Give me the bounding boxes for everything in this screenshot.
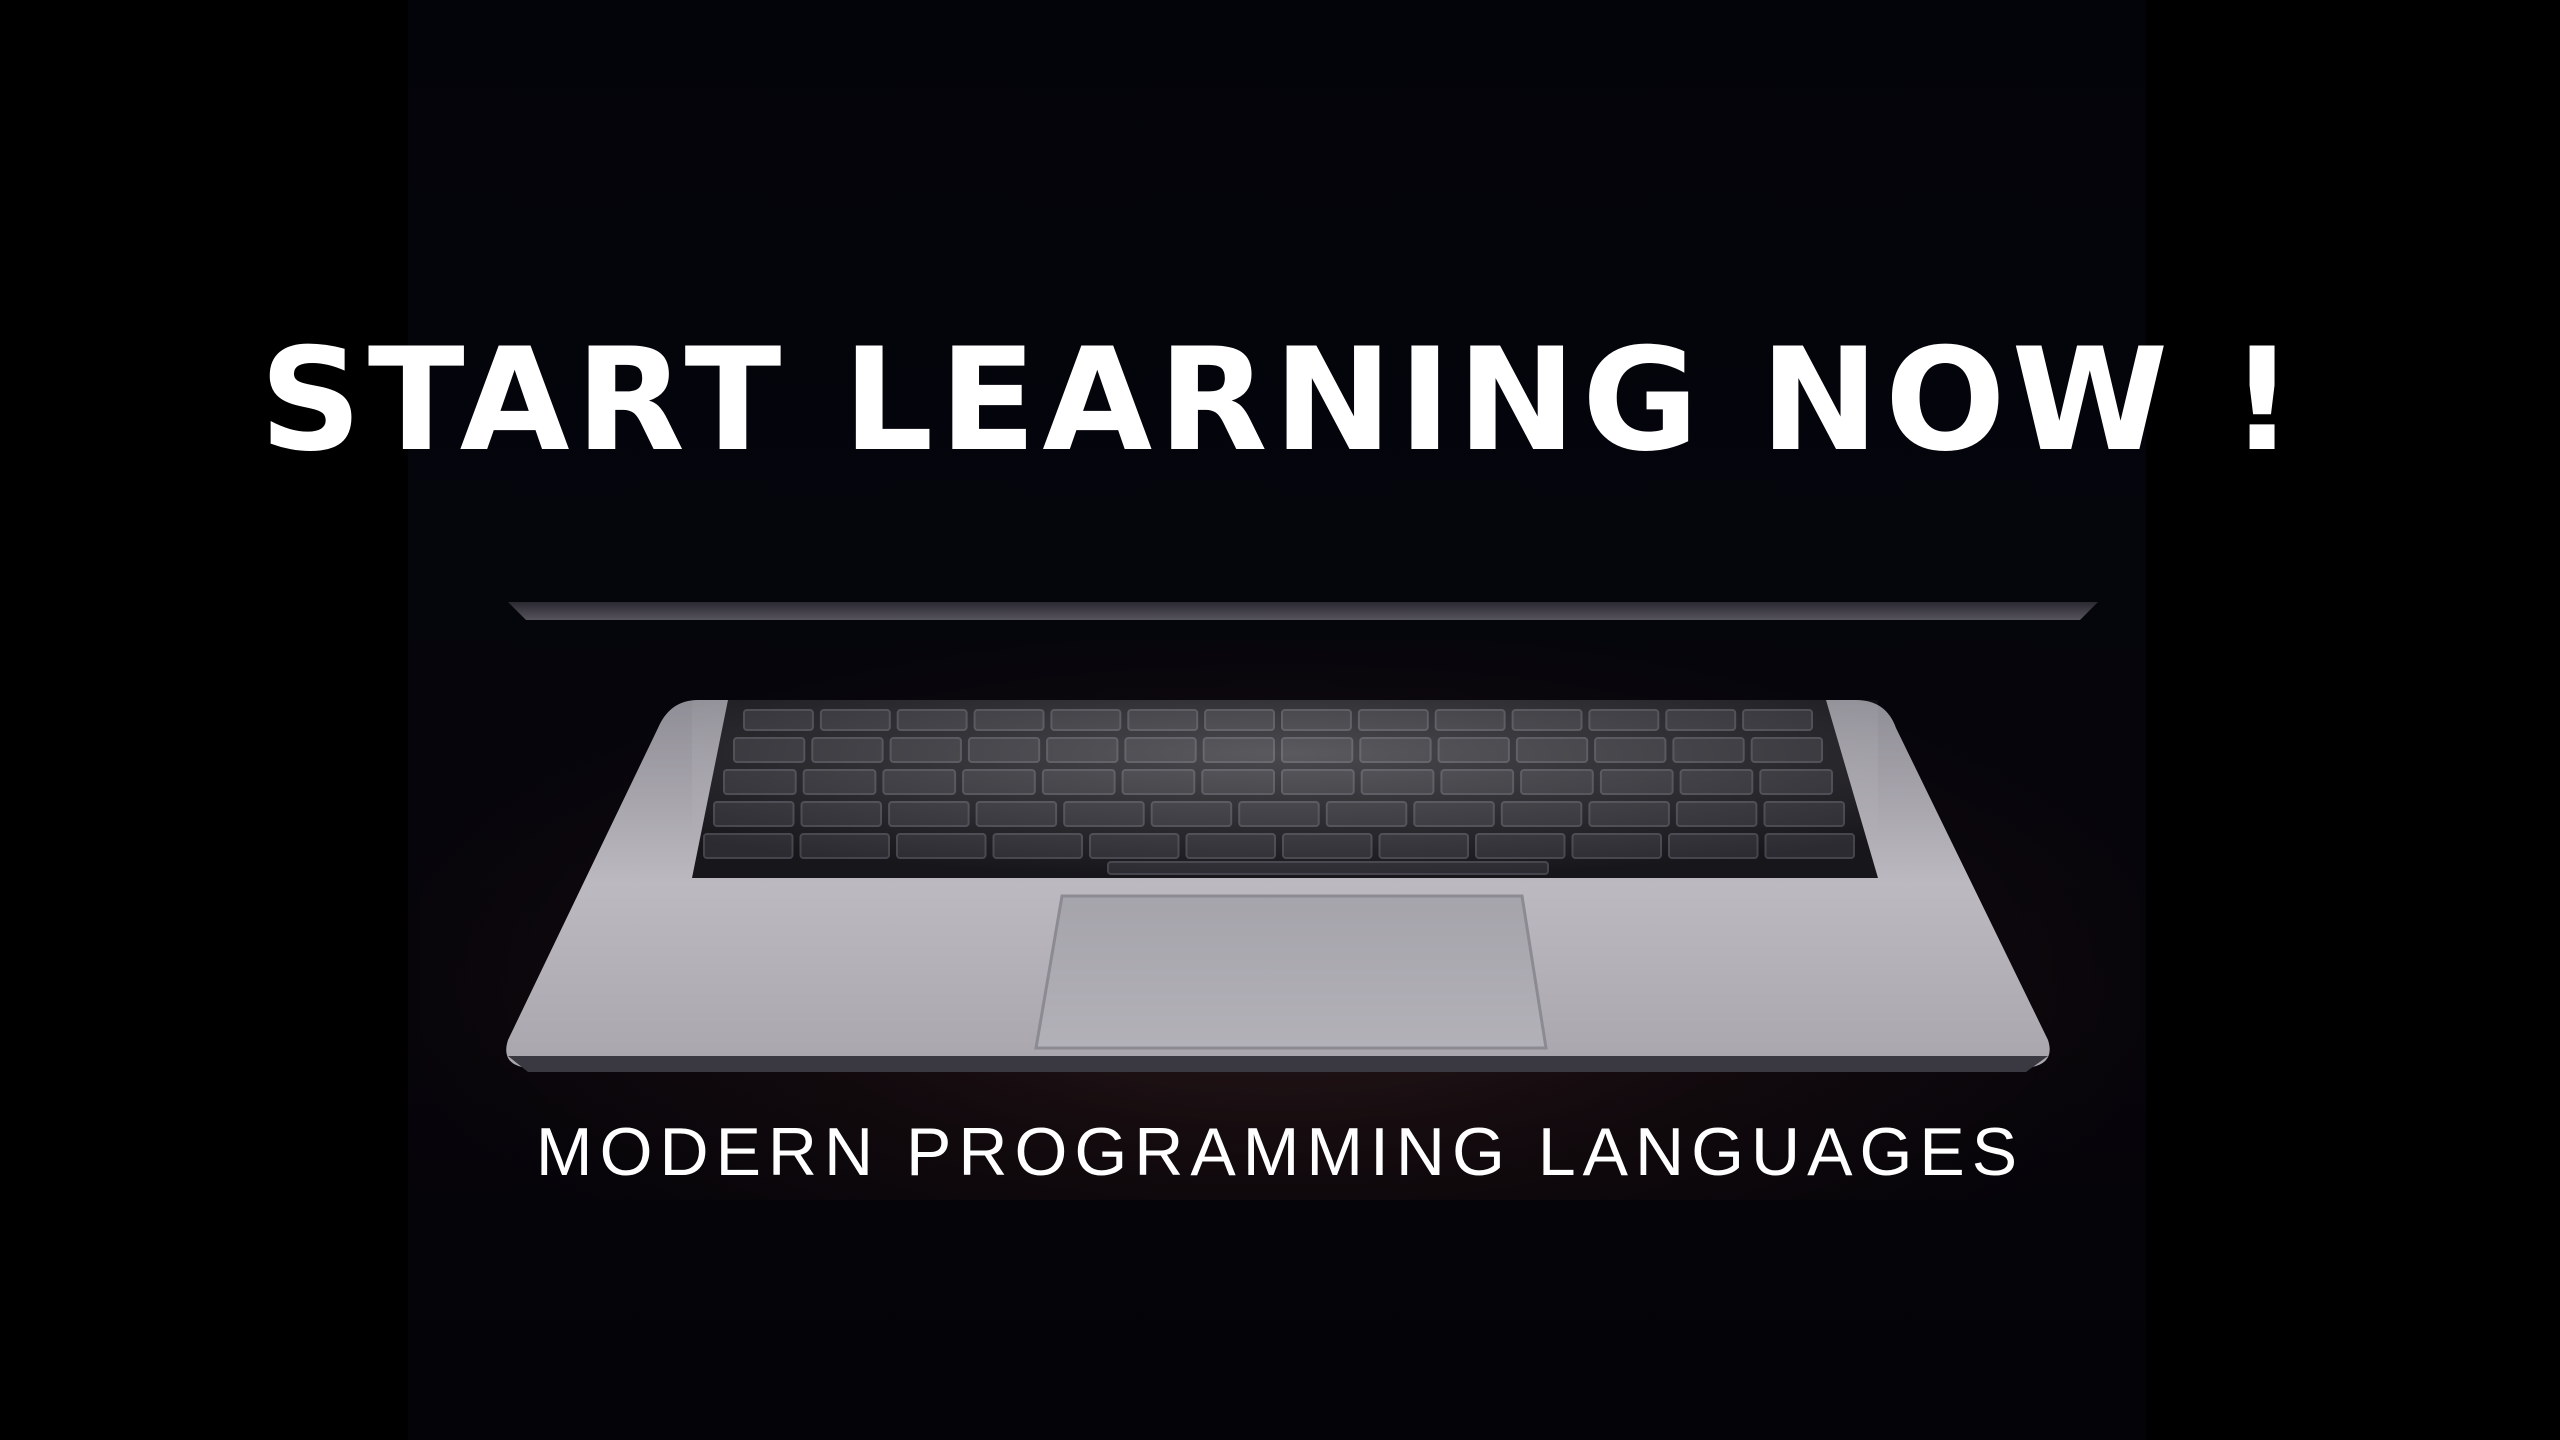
headline: START LEARNING NOW ! [259, 318, 2301, 483]
laptop-lid-edge [508, 602, 2098, 620]
laptop-icon [506, 602, 2098, 1072]
subheadline: MODERN PROGRAMMING LANGUAGES [535, 1114, 2025, 1190]
laptop-front-lip [508, 1056, 2048, 1072]
banner-canvas: START LEARNING NOW ! MODERN PROGRAMMING … [0, 0, 2560, 1440]
trackpad [1034, 894, 1548, 1050]
